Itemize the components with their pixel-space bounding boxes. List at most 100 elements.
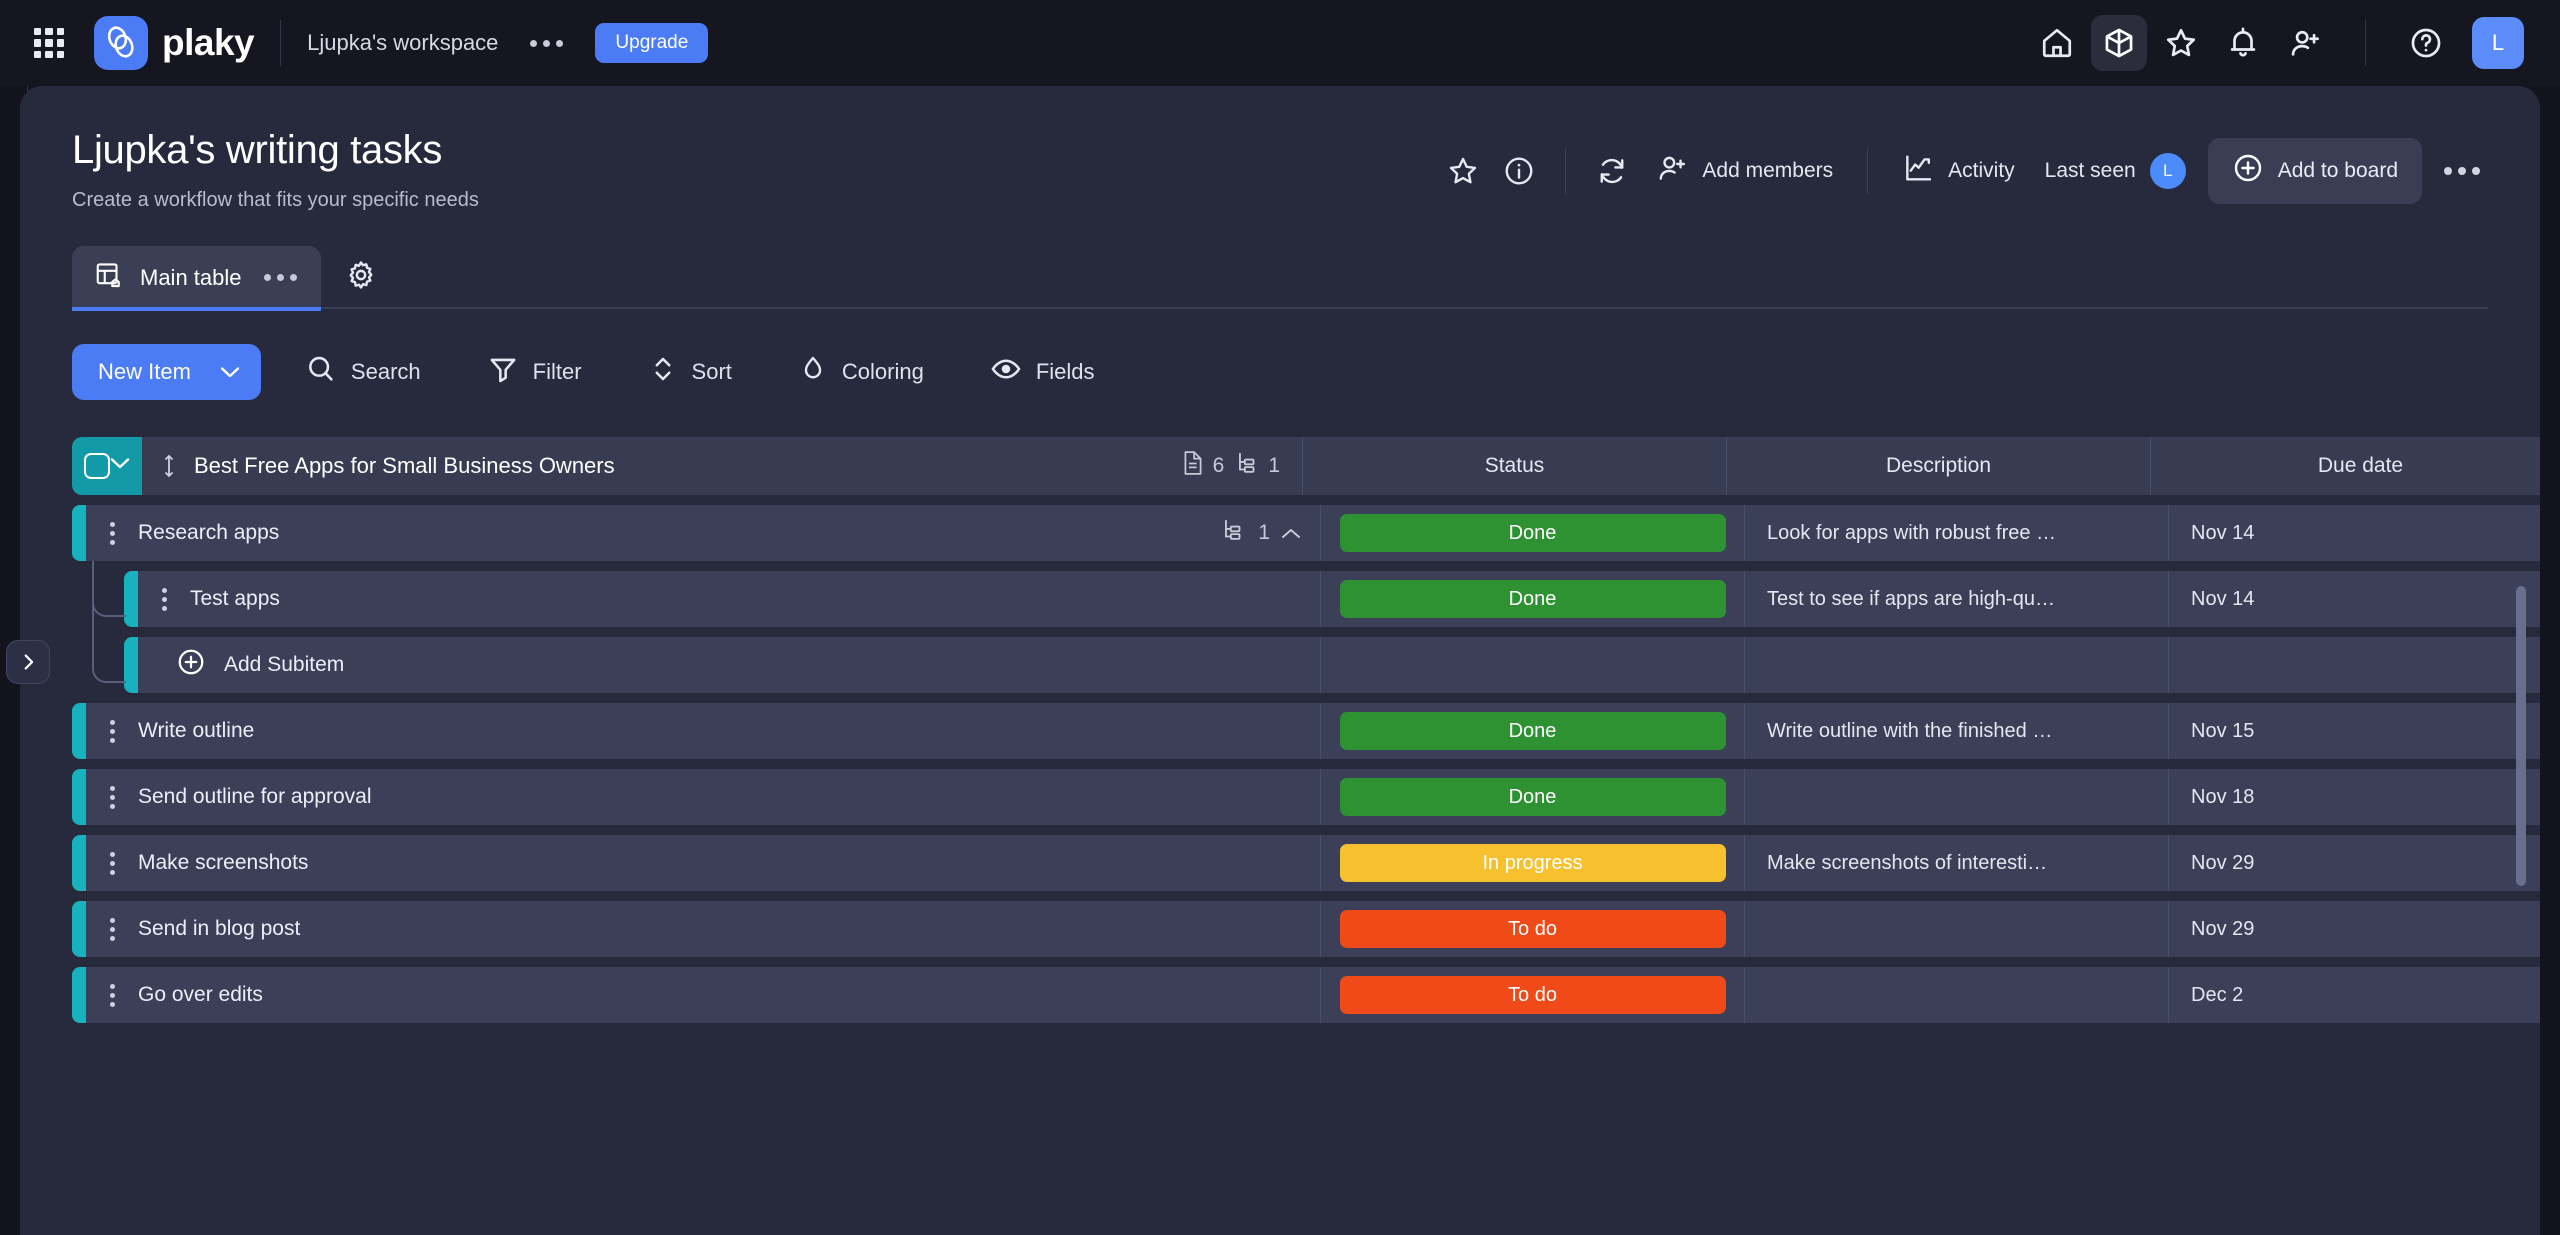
status-badge[interactable]: In progress [1339,844,1726,882]
refresh-icon[interactable] [1584,143,1640,199]
due-date-cell[interactable]: Nov 18 [2168,769,2540,825]
status-badge[interactable]: Done [1339,514,1726,552]
row-menu-icon[interactable] [156,587,172,611]
table-row[interactable]: Test apps Done Test to see if apps are hig… [72,561,2540,627]
row-title-cell[interactable]: Send outline for approval [86,769,1320,825]
table-row[interactable]: Send in blog post To do Nov 29 [72,901,2540,957]
group-title-cell[interactable]: Best Free Apps for Small Business Owners… [142,437,1302,495]
sidebar-expand-toggle[interactable] [6,640,50,684]
row-title-cell[interactable]: Test apps [138,571,1320,627]
column-header-description[interactable]: Description [1726,437,2150,495]
due-date-cell[interactable]: Dec 2 [2168,967,2540,1023]
table-row[interactable]: Write outline Done Write outline with the … [72,703,2540,759]
fields-label: Fields [1035,359,1095,384]
activity-button[interactable]: Activity [1886,142,2031,200]
row-subitem-count[interactable]: 1 [1220,517,1320,549]
status-cell[interactable]: Done [1320,769,1744,825]
subitem-count: 1 [1234,450,1280,482]
description-cell[interactable]: Look for apps with robust free … [1744,505,2168,561]
status-badge[interactable]: Done [1339,580,1726,618]
group-select-all[interactable] [72,437,142,495]
status-cell[interactable]: To do [1320,967,1744,1023]
info-icon[interactable] [1491,143,1547,199]
row-title-cell[interactable]: Send in blog post [86,901,1320,957]
tab-main-table[interactable]: Main table [72,246,321,311]
checkbox-icon[interactable] [84,453,110,479]
board-more-icon[interactable] [2436,153,2488,189]
row-title-cell[interactable]: Go over edits [86,967,1320,1023]
user-avatar[interactable]: L [2472,17,2524,69]
row-menu-icon[interactable] [104,983,120,1007]
status-cell[interactable] [1320,637,1744,693]
due-date-cell[interactable]: Nov 15 [2168,703,2540,759]
row-title: Write outline [138,719,255,742]
status-cell[interactable]: To do [1320,901,1744,957]
status-cell[interactable]: Done [1320,505,1744,561]
description-cell[interactable] [1744,637,2168,693]
description-cell[interactable]: Test to see if apps are high-qu… [1744,571,2168,627]
star-icon[interactable] [2153,15,2209,71]
home-icon[interactable] [2029,15,2085,71]
bell-icon[interactable] [2215,15,2271,71]
row-menu-icon[interactable] [104,851,120,875]
description-cell[interactable]: Write outline with the finished … [1744,703,2168,759]
filter-button[interactable]: Filter [465,343,604,401]
coloring-button[interactable]: Coloring [776,343,946,401]
workspace-more-icon[interactable] [524,32,569,55]
description-cell[interactable] [1744,769,2168,825]
upgrade-button[interactable]: Upgrade [595,23,709,63]
row-menu-icon[interactable] [104,521,120,545]
due-date-cell[interactable]: Nov 14 [2168,505,2540,561]
column-header-status[interactable]: Status [1302,437,1726,495]
status-badge[interactable]: Done [1339,778,1726,816]
add-subitem-button[interactable]: Add Subitem [156,647,344,683]
column-header-due-date[interactable]: Due date [2150,437,2540,495]
sort-button[interactable]: Sort [626,343,754,401]
tab-more-icon[interactable] [263,274,297,281]
description-cell[interactable] [1744,901,2168,957]
status-badge[interactable]: To do [1339,910,1726,948]
search-button[interactable]: Search [283,343,443,401]
add-members-button[interactable]: Add members [1640,142,1849,200]
row-title-cell[interactable]: Make screenshots [86,835,1320,891]
vertical-scrollbar[interactable] [2516,586,2526,886]
due-date-cell[interactable]: Nov 29 [2168,835,2540,891]
status-cell[interactable]: In progress [1320,835,1744,891]
apps-grid-icon[interactable] [34,28,64,58]
row-title-cell[interactable]: Write outline [86,703,1320,759]
table-row[interactable]: Send outline for approval Done Nov 18 [72,769,2540,825]
table-row[interactable]: Research apps 1 Done Look for apps with rob… [72,505,2540,561]
row-title-cell[interactable]: Research apps 1 [86,505,1320,561]
add-user-icon[interactable] [2277,15,2333,71]
chevron-down-icon[interactable] [191,344,261,400]
drag-handle-icon[interactable] [160,453,178,479]
table-row[interactable]: Make screenshots In progress Make screensh… [72,835,2540,891]
description-cell[interactable]: Make screenshots of interesti… [1744,835,2168,891]
status-badge[interactable]: To do [1339,976,1726,1014]
help-icon[interactable] [2398,15,2454,71]
row-menu-icon[interactable] [104,917,120,941]
status-badge[interactable]: Done [1339,712,1726,750]
new-item-button[interactable]: New Item [72,344,261,400]
chevron-up-icon[interactable] [1282,521,1300,545]
status-cell[interactable]: Done [1320,571,1744,627]
add-subitem-row[interactable]: Add Subitem [72,571,2540,693]
last-seen-avatar[interactable]: L [2149,153,2186,189]
due-date-cell[interactable]: Nov 14 [2168,571,2540,627]
due-date-cell[interactable]: Nov 29 [2168,901,2540,957]
status-cell[interactable]: Done [1320,703,1744,759]
due-date-cell[interactable] [2168,637,2540,693]
brand-logo[interactable]: plaky [94,16,255,70]
row-title-cell[interactable]: Add Subitem [138,637,1320,693]
table-row[interactable]: Go over edits To do Dec 2 [72,967,2540,1023]
board-settings-gear-icon[interactable] [335,249,387,301]
fields-button[interactable]: Fields [968,343,1117,401]
add-to-board-button[interactable]: Add to board [2207,138,2422,204]
chevron-down-icon[interactable] [110,457,130,475]
description-cell[interactable] [1744,967,2168,1023]
workspace-name[interactable]: Ljupka's workspace [307,30,498,56]
row-menu-icon[interactable] [104,719,120,743]
row-menu-icon[interactable] [104,785,120,809]
favorite-star-icon[interactable] [1435,143,1491,199]
cube-icon[interactable] [2091,15,2147,71]
